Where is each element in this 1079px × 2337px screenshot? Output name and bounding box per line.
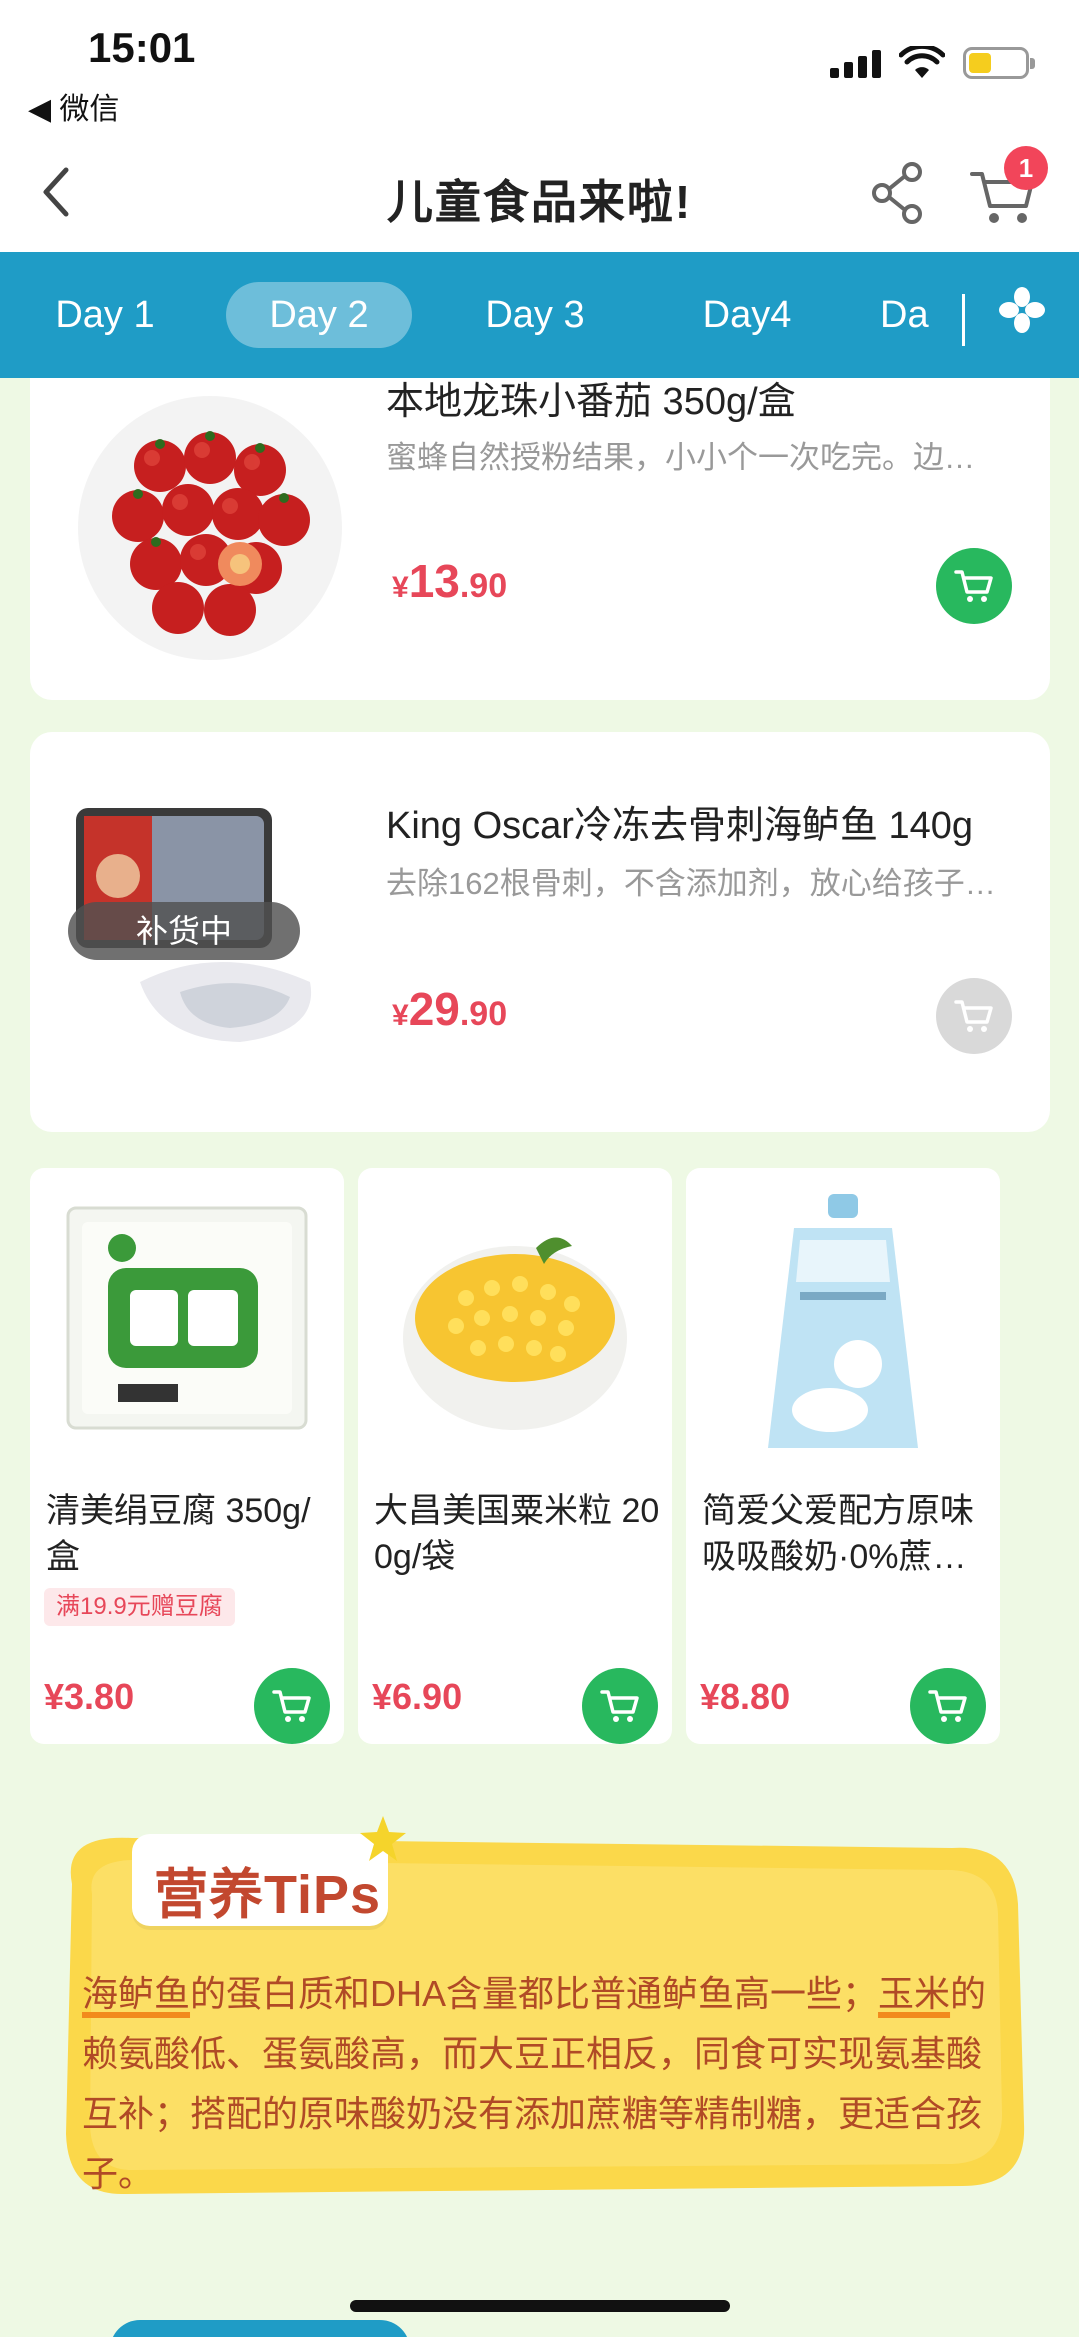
home-indicator (350, 2300, 730, 2312)
tips-highlight: 玉米 (878, 1973, 951, 2014)
tab-day-3[interactable]: Day 3 (450, 282, 620, 348)
nutrition-tips-panel: 营养TiPs 海鲈鱼的蛋白质和DHA含量都比普通鲈鱼高一些；玉米的赖氨酸低、蛋氨… (52, 1814, 1032, 2204)
add-to-cart-icon (928, 1690, 967, 1722)
product-price: ¥3.80 (44, 1676, 135, 1717)
product-title[interactable]: 大昌美国粟米粒 200g/袋 (374, 1488, 664, 1580)
nav-bar: 儿童食品来啦! (0, 140, 1079, 252)
product-title[interactable]: 简爱父爱配方原味吸吸酸奶·0%蔗… (702, 1488, 992, 1580)
add-to-cart-icon (272, 1690, 311, 1722)
add-to-cart-button[interactable] (582, 1668, 658, 1744)
add-to-cart-button-disabled[interactable] (936, 978, 1012, 1054)
status-bar: 15:01 ◀ 微信 (0, 0, 1079, 140)
product-card[interactable]: 本地龙珠小番茄 350g/盒 蜜蜂自然授粉结果，小小个一次吃完。边… ¥13.9… (30, 378, 1050, 700)
tips-segment: 的蛋白质和DHA含量都比普通鲈鱼高一些； (190, 1973, 879, 2014)
restocking-overlay: 补货中 (68, 902, 300, 960)
grid-menu-icon[interactable] (998, 286, 1046, 334)
day-tabs-bar: Day 1 Day 2 Day 3 Day4 Da (0, 252, 1079, 378)
product-card[interactable]: 大昌美国粟米粒 200g/袋 ¥6.90 (358, 1168, 672, 1744)
add-to-cart-button[interactable] (910, 1668, 986, 1744)
content-scroll[interactable]: 本地龙珠小番茄 350g/盒 蜜蜂自然授粉结果，小小个一次吃完。边… ¥13.9… (0, 378, 1079, 2337)
product-image-yogurt-pouch (768, 1194, 918, 1448)
promo-badge: 满19.9元赠豆腐 (44, 1588, 235, 1626)
tab-day-4[interactable]: Day4 (662, 282, 832, 348)
product-price: ¥8.80 (700, 1676, 791, 1717)
product-price: ¥6.90 (372, 1676, 463, 1717)
product-price: ¥13.90 (392, 555, 508, 607)
status-icons (830, 46, 1035, 80)
tab-day-2[interactable]: Day 2 (226, 282, 412, 348)
tab-day-5[interactable]: Da (880, 282, 990, 348)
add-to-cart-button[interactable] (254, 1668, 330, 1744)
product-card[interactable]: 清美绢豆腐 350g/盒 满19.9元赠豆腐 ¥3.80 (30, 1168, 344, 1744)
tips-label: 营养TiPs (132, 1834, 388, 1926)
product-title[interactable]: 本地龙珠小番茄 350g/盒 (386, 378, 796, 425)
wifi-icon (899, 46, 945, 78)
add-to-cart-button[interactable] (936, 548, 1012, 624)
product-card[interactable]: 简爱父爱配方原味吸吸酸奶·0%蔗… ¥8.80 (686, 1168, 1000, 1744)
battery-icon (963, 47, 1035, 79)
tab-day-1[interactable]: Day 1 (20, 282, 190, 348)
cart-count-badge: 1 (1004, 146, 1048, 190)
add-to-cart-icon (954, 1000, 993, 1032)
product-description: 去除162根骨刺，不含添加剂，放心给孩子… (386, 866, 996, 901)
bottom-tab-peek (110, 2320, 410, 2337)
share-icon[interactable] (868, 160, 928, 226)
product-description: 蜜蜂自然授粉结果，小小个一次吃完。边… (386, 440, 975, 475)
add-to-cart-icon (600, 1690, 639, 1722)
product-card[interactable]: 补货中 King Oscar冷冻去骨刺海鲈鱼 140g 去除162根骨刺，不含添… (30, 732, 1050, 1132)
back-to-wechat-link[interactable]: ◀ 微信 (28, 84, 119, 128)
product-price: ¥29.90 (392, 983, 508, 1035)
tab-divider (962, 294, 965, 346)
product-image-tofu (66, 1206, 308, 1430)
product-title[interactable]: King Oscar冷冻去骨刺海鲈鱼 140g (386, 794, 973, 849)
tips-highlight: 海鲈鱼 (82, 1973, 191, 2014)
status-time: 15:01 (88, 24, 196, 71)
product-image-corn (403, 1237, 627, 1430)
star-icon (360, 1816, 406, 1861)
product-image-tomatoes (78, 396, 342, 660)
tips-text: 海鲈鱼的蛋白质和DHA含量都比普通鲈鱼高一些；玉米的赖氨酸低、蛋氨酸高，而大豆正… (82, 1964, 1012, 2204)
add-to-cart-icon (954, 570, 993, 602)
product-title[interactable]: 清美绢豆腐 350g/盒 (46, 1488, 336, 1580)
signal-icon (830, 48, 881, 78)
